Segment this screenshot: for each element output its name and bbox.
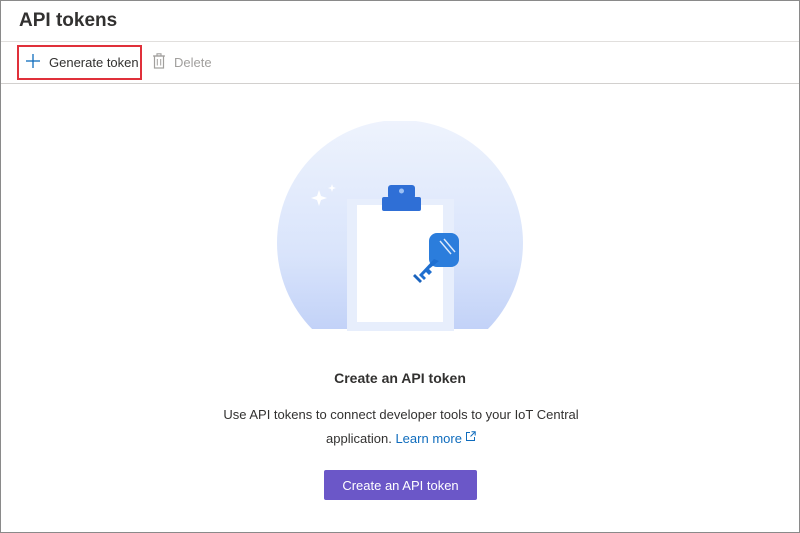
- api-tokens-page: API tokens Generate token Delete Create …: [0, 0, 800, 533]
- generate-token-button[interactable]: Generate token: [25, 42, 139, 83]
- create-api-token-button[interactable]: Create an API token: [324, 470, 477, 500]
- delete-button[interactable]: Delete: [152, 42, 212, 83]
- empty-state-description: Use API tokens to connect developer tool…: [201, 403, 601, 450]
- learn-more-label: Learn more: [395, 431, 462, 446]
- plus-icon: [25, 53, 41, 72]
- page-header: API tokens: [1, 1, 799, 42]
- description-line-2: application.: [326, 431, 392, 446]
- description-line-1: Use API tokens to connect developer tool…: [223, 407, 579, 422]
- external-link-icon: [465, 426, 476, 449]
- page-title: API tokens: [19, 10, 118, 31]
- delete-label: Delete: [174, 55, 212, 70]
- empty-state-title: Create an API token: [334, 370, 466, 386]
- toolbar: Generate token Delete: [1, 42, 799, 84]
- trash-icon: [152, 53, 166, 72]
- clipboard-key-illustration: [276, 121, 524, 331]
- learn-more-link[interactable]: Learn more: [395, 431, 476, 446]
- generate-token-label: Generate token: [49, 55, 139, 70]
